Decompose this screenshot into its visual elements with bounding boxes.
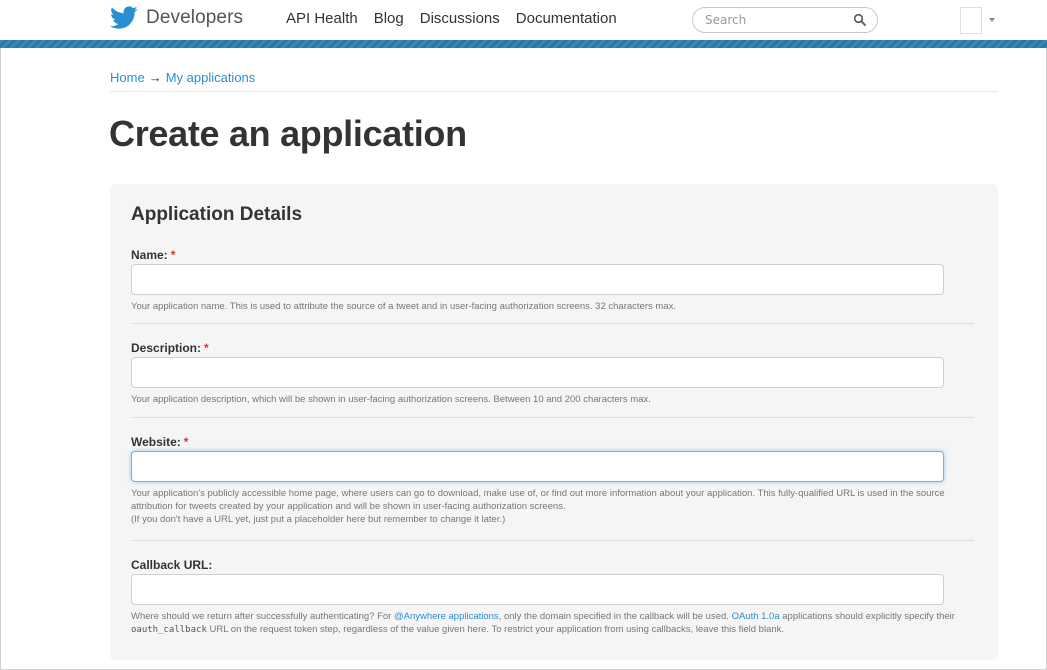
caret-down-icon[interactable] (989, 18, 995, 22)
callback-field-group: Callback URL: Where should we return aft… (131, 558, 974, 637)
description-label: Description: * (131, 341, 974, 357)
callback-label: Callback URL: (131, 558, 974, 574)
required-marker: * (204, 341, 209, 355)
website-field-group: Website: * Your application's publicly ac… (131, 435, 974, 526)
name-field-group: Name: * Your application name. This is us… (131, 248, 974, 313)
nav-blog[interactable]: Blog (374, 10, 404, 27)
name-label: Name: * (131, 248, 974, 264)
website-input[interactable] (131, 451, 944, 482)
callback-url-input[interactable] (131, 574, 944, 605)
callback-help-text: , only the domain specified in the callb… (498, 611, 732, 622)
divider (131, 323, 974, 324)
top-navbar: Developers API Health Blog Discussions D… (0, 0, 1047, 40)
oauth-link[interactable]: OAuth 1.0a (732, 611, 780, 622)
callback-help-text: URL on the request token step, regardles… (206, 624, 785, 635)
website-label-text: Website: (131, 435, 181, 449)
nav-discussions[interactable]: Discussions (420, 10, 500, 27)
callback-label-text: Callback URL: (131, 558, 213, 572)
website-label: Website: * (131, 435, 974, 451)
header-stripe (0, 40, 1047, 48)
divider (131, 417, 974, 418)
magnifier-icon[interactable] (853, 13, 867, 27)
description-label-text: Description: (131, 341, 202, 355)
oauth-callback-code: oauth_callback (131, 625, 207, 635)
breadcrumb-separator: → (148, 70, 162, 85)
name-input[interactable] (131, 264, 944, 295)
breadcrumb-my-applications[interactable]: My applications (166, 70, 256, 85)
callback-help: Where should we return after successfull… (131, 610, 971, 637)
main-nav: API Health Blog Discussions Documentatio… (286, 10, 633, 27)
website-help-note: (If you don't have a URL yet, just put a… (131, 514, 506, 525)
required-marker: * (183, 435, 189, 449)
page-title: Create an application (109, 113, 467, 154)
description-help: Your application description, which will… (131, 394, 651, 405)
search-box (692, 7, 878, 33)
description-input[interactable] (131, 357, 944, 388)
anywhere-applications-link[interactable]: @Anywhere applications (394, 611, 499, 622)
breadcrumb: Home → My applications (110, 70, 998, 92)
callback-help-text: applications should explicitly specify t… (779, 611, 955, 622)
name-label-text: Name: (131, 248, 168, 262)
name-help: Your application name. This is used to a… (131, 301, 676, 312)
description-field-group: Description: * Your application descripti… (131, 341, 974, 406)
logo-text: Developers (146, 7, 244, 28)
search-input[interactable] (705, 11, 845, 29)
breadcrumb-home[interactable]: Home (110, 70, 145, 85)
divider (131, 540, 974, 541)
avatar[interactable] (960, 7, 982, 34)
required-marker: * (170, 248, 176, 262)
callback-help-text: Where should we return after successfull… (131, 611, 394, 622)
website-help-text: Your application's publicly accessible h… (131, 488, 945, 512)
nav-documentation[interactable]: Documentation (516, 10, 617, 27)
panel-title: Application Details (131, 204, 303, 225)
twitter-bird-icon (110, 6, 138, 29)
nav-api-health[interactable]: API Health (286, 10, 358, 27)
developers-logo[interactable]: Developers (110, 6, 243, 30)
application-details-panel: Application Details Name: * Your applicat… (110, 184, 998, 660)
website-help: Your application's publicly accessible h… (131, 487, 971, 526)
